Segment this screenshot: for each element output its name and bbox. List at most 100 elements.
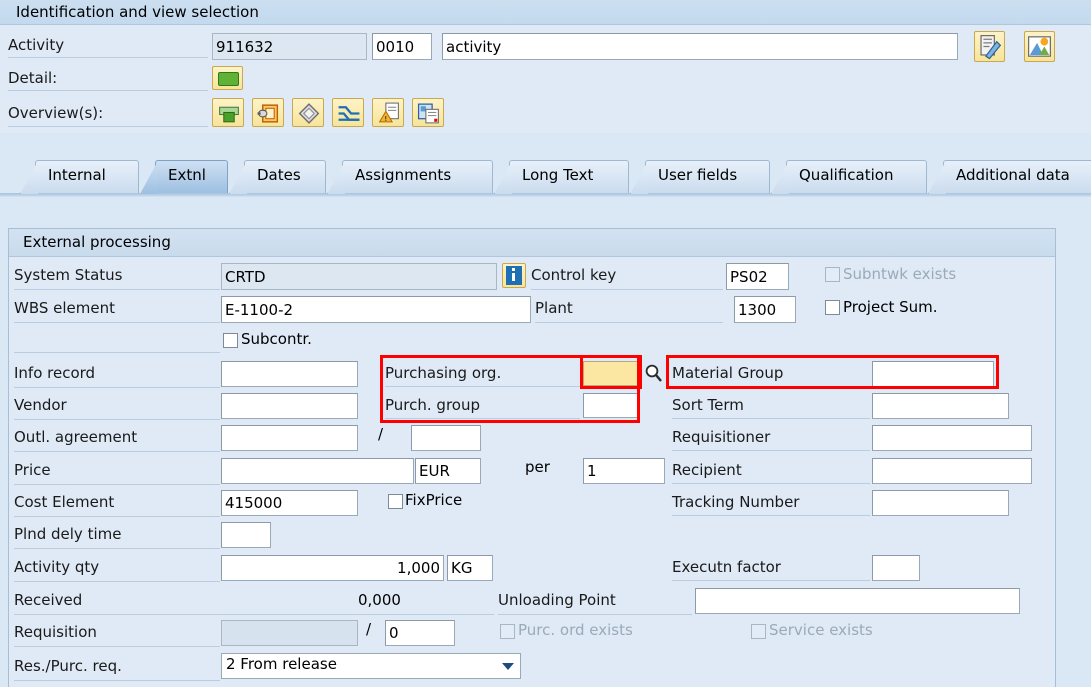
price-per-label: per — [525, 458, 550, 476]
purchasing-org-input[interactable] — [583, 361, 639, 386]
price-input[interactable] — [221, 458, 414, 484]
fixprice-label: FixPrice — [405, 491, 463, 509]
tab-user-fields[interactable]: User fields — [630, 160, 770, 194]
cost-element-input[interactable] — [221, 490, 358, 516]
activity-label: Activity — [8, 33, 208, 58]
tab-dates[interactable]: Dates — [229, 160, 326, 194]
tracking-number-input[interactable] — [872, 490, 1009, 516]
tab-qualification-label: Qualification — [799, 166, 894, 184]
unloading-point-label: Unloading Point — [498, 588, 692, 615]
tab-slant — [494, 161, 512, 194]
requisitioner-input[interactable] — [872, 425, 1032, 451]
activity-qty-unit-input[interactable] — [447, 555, 493, 581]
fixprice-checkbox[interactable] — [388, 494, 403, 509]
tab-slant — [327, 161, 345, 194]
executn-factor-input[interactable] — [872, 555, 920, 581]
system-status-input[interactable] — [221, 263, 497, 290]
identification-panel: Identification and view selection Activi… — [0, 0, 1091, 133]
outl-agreement-label: Outl. agreement — [14, 425, 220, 452]
purchasing-org-label: Purchasing org. — [385, 361, 580, 387]
activity-number-input[interactable] — [212, 33, 367, 60]
executn-factor-label: Executn factor — [672, 555, 870, 581]
outl-agreement-item-input[interactable] — [411, 425, 481, 451]
tab-qualification[interactable]: Qualification — [771, 160, 927, 194]
res-purc-req-dropdown[interactable]: 2 From release — [221, 653, 521, 679]
wbs-element-label: WBS element — [14, 296, 220, 323]
tab-additional-data-label: Additional data — [956, 166, 1070, 184]
tab-slant — [771, 161, 789, 194]
sort-term-input[interactable] — [872, 393, 1009, 419]
tab-internal[interactable]: Internal — [20, 160, 139, 194]
tab-extnl-label: Extnl — [168, 166, 206, 184]
sort-term-label: Sort Term — [672, 393, 870, 419]
edit-document-icon[interactable] — [974, 31, 1005, 62]
info-icon[interactable] — [502, 263, 526, 288]
detail-green-bar-icon[interactable] — [212, 66, 243, 90]
info-record-input[interactable] — [221, 361, 358, 387]
tab-extnl[interactable]: Extnl — [140, 160, 228, 194]
overview-component-icon[interactable] — [252, 98, 284, 127]
requisitioner-label: Requisitioner — [672, 425, 870, 451]
purc-ord-exists-checkbox — [500, 624, 515, 639]
material-group-input[interactable] — [872, 361, 994, 387]
recipient-label: Recipient — [672, 458, 870, 484]
row-separator — [14, 352, 220, 353]
subcontr-checkbox[interactable] — [223, 333, 238, 348]
svg-text:!: ! — [384, 114, 387, 123]
activity-description-input[interactable] — [442, 33, 958, 60]
price-label: Price — [14, 458, 220, 485]
wbs-element-input[interactable] — [221, 296, 531, 323]
overview-documents-icon[interactable] — [412, 98, 444, 127]
tab-additional-data[interactable]: Additional data — [928, 160, 1091, 194]
tab-slant — [20, 161, 38, 194]
requisition-separator: / — [366, 620, 372, 638]
external-processing-group-title: External processing — [9, 229, 1055, 257]
overview-printer-icon[interactable] — [212, 98, 244, 127]
purch-group-input[interactable] — [583, 393, 639, 418]
res-purc-req-value: 2 From release — [226, 655, 337, 673]
plant-label: Plant — [535, 296, 723, 323]
requisition-label: Requisition — [14, 620, 220, 647]
overview-diamond-icon[interactable] — [292, 98, 324, 127]
overview-relationship-icon[interactable] — [332, 98, 364, 127]
detail-label: Detail: — [8, 65, 208, 91]
activity-qty-input[interactable] — [221, 555, 444, 581]
vendor-input[interactable] — [221, 393, 358, 419]
plnd-dely-time-label: Plnd dely time — [14, 522, 220, 549]
tab-user-fields-label: User fields — [658, 166, 738, 184]
purchasing-org-search-button[interactable] — [643, 361, 665, 386]
tab-slant — [140, 161, 158, 194]
picture-landscape-icon[interactable] — [1024, 31, 1055, 62]
identification-panel-title: Identification and view selection — [0, 0, 1091, 25]
tab-dates-label: Dates — [257, 166, 301, 184]
price-per-input[interactable] — [583, 458, 665, 484]
tab-internal-label: Internal — [48, 166, 106, 184]
chevron-down-icon[interactable] — [502, 663, 514, 670]
tab-slant — [928, 161, 946, 194]
recipient-input[interactable] — [872, 458, 1032, 484]
plnd-dely-time-input[interactable] — [221, 522, 271, 548]
cost-element-label: Cost Element — [14, 490, 220, 517]
subntwk-exists-label: Subntwk exists — [843, 265, 957, 283]
requisition-item-input[interactable] — [385, 620, 455, 646]
tab-long-text[interactable]: Long Text — [494, 160, 629, 194]
subcontr-label: Subcontr. — [241, 330, 312, 348]
unloading-point-input[interactable] — [695, 588, 1020, 614]
identification-panel-title-label: Identification and view selection — [16, 3, 259, 21]
service-exists-label: Service exists — [769, 621, 873, 639]
project-sum-checkbox[interactable] — [825, 300, 840, 315]
tab-slant — [630, 161, 648, 194]
received-value: 0,000 — [358, 591, 401, 609]
plant-input[interactable] — [734, 296, 796, 323]
res-purc-req-label: Res./Purc. req. — [14, 653, 220, 681]
activity-operation-input[interactable] — [372, 33, 432, 60]
overview-capacity-icon[interactable]: ! — [372, 98, 404, 127]
system-status-label: System Status — [14, 263, 220, 290]
outl-agreement-separator: / — [378, 425, 384, 443]
control-key-input[interactable] — [726, 263, 789, 290]
received-label: Received — [14, 588, 494, 615]
tab-assignments[interactable]: Assignments — [327, 160, 493, 194]
price-currency-input[interactable] — [415, 458, 481, 484]
outl-agreement-input[interactable] — [221, 425, 358, 451]
tab-strip: Internal Extnl Dates Assignments Long Te… — [0, 160, 1091, 200]
